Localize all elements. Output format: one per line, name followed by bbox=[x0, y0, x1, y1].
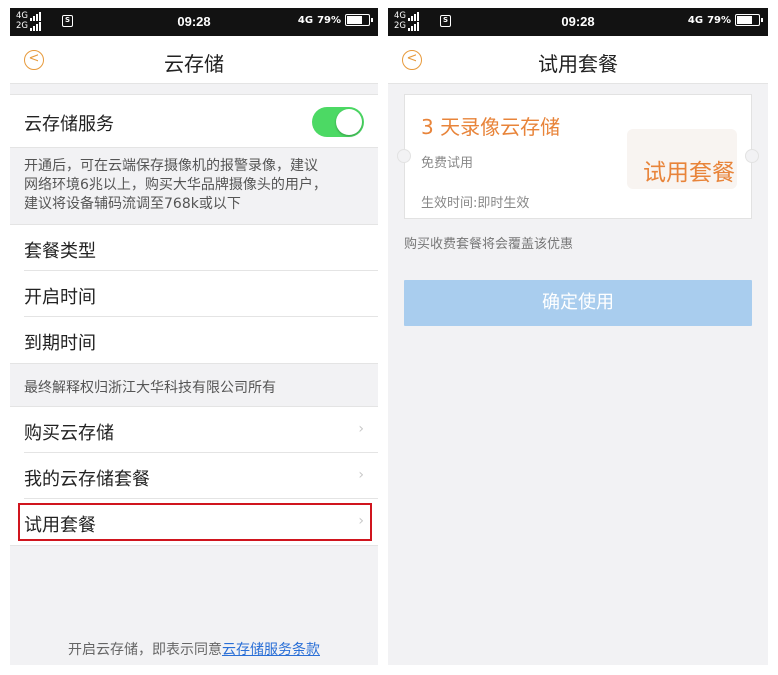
coupon-title: 3 天录像云存储 bbox=[421, 115, 561, 139]
switch-knob bbox=[336, 109, 362, 135]
coupon-effective-time: 生效时间:即时生效 bbox=[421, 196, 530, 211]
cloud-storage-screen: 4G 2G S 09:28 4G 79% < 云存储 云存储服务 开通后，可在云… bbox=[10, 8, 378, 665]
status-bar: 4G 2G S 09:28 4G 79% bbox=[10, 8, 378, 36]
trial-package-row[interactable]: 试用套餐 › bbox=[10, 499, 378, 545]
chevron-right-icon: › bbox=[358, 513, 364, 529]
info-list: 套餐类型 开启时间 到期时间 bbox=[10, 224, 378, 364]
battery-percent: 79% bbox=[317, 14, 341, 26]
battery-icon bbox=[345, 14, 373, 26]
terms-link[interactable]: 云存储服务条款 bbox=[222, 642, 320, 658]
nav-bar: < 试用套餐 bbox=[388, 36, 768, 84]
footer-text: 开启云存储，即表示同意 bbox=[68, 642, 222, 658]
battery-fill bbox=[737, 16, 752, 24]
chevron-right-icon: › bbox=[358, 421, 364, 437]
coupon-subtitle: 免费试用 bbox=[421, 156, 474, 171]
terms-footer: 开启云存储，即表示同意云存储服务条款 bbox=[10, 639, 378, 659]
ticket-notch bbox=[745, 149, 759, 163]
row-label: 我的云存储套餐 bbox=[24, 469, 150, 490]
coupon-stamp: 试用套餐 bbox=[643, 160, 735, 186]
package-type-row: 套餐类型 bbox=[10, 225, 378, 271]
cloud-service-toggle-row: 云存储服务 bbox=[10, 94, 378, 148]
override-note: 购买收费套餐将会覆盖该优惠 bbox=[404, 237, 574, 252]
rights-note: 最终解释权归浙江大华科技有限公司所有 bbox=[24, 380, 276, 396]
toggle-label: 云存储服务 bbox=[24, 114, 114, 135]
trial-package-screen: 4G 2G S 09:28 4G 79% < 试用套餐 3 天录像云存储 免费试… bbox=[388, 8, 768, 665]
start-time-row: 开启时间 bbox=[10, 271, 378, 317]
cloud-service-switch[interactable] bbox=[312, 107, 364, 137]
row-label: 试用套餐 bbox=[24, 515, 96, 536]
battery-fill bbox=[347, 16, 362, 24]
chevron-right-icon: › bbox=[358, 467, 364, 483]
page-title: 云存储 bbox=[164, 52, 224, 76]
row-label: 到期时间 bbox=[24, 333, 96, 354]
nav-bar: < 云存储 bbox=[10, 36, 378, 84]
network-label: 4G bbox=[687, 14, 704, 26]
menu-list: 购买云存储 › 我的云存储套餐 › 试用套餐 › bbox=[10, 406, 378, 546]
page-title: 试用套餐 bbox=[538, 52, 618, 76]
expire-time-row: 到期时间 bbox=[10, 317, 378, 363]
battery-percent: 79% bbox=[707, 14, 731, 26]
buy-cloud-storage-row[interactable]: 购买云存储 › bbox=[10, 407, 378, 453]
network-label: 4G bbox=[297, 14, 314, 26]
status-right: 4G 79% bbox=[297, 14, 373, 26]
row-label: 套餐类型 bbox=[24, 241, 96, 262]
description-line: 网络环境6兆以上，购买大华品牌摄像头的用户， bbox=[24, 177, 327, 193]
ticket-notch bbox=[397, 149, 411, 163]
service-description: 开通后，可在云端保存摄像机的报警录像，建议 网络环境6兆以上，购买大华品牌摄像头… bbox=[10, 148, 378, 224]
row-label: 购买云存储 bbox=[24, 423, 114, 444]
row-label: 开启时间 bbox=[24, 287, 96, 308]
my-packages-row[interactable]: 我的云存储套餐 › bbox=[10, 453, 378, 499]
description-line: 建议将设备辅码流调至768k或以下 bbox=[24, 196, 241, 212]
battery-icon bbox=[735, 14, 763, 26]
confirm-use-button[interactable]: 确定使用 bbox=[404, 280, 752, 326]
status-bar: 4G 2G S 09:28 4G 79% bbox=[388, 8, 768, 36]
description-line: 开通后，可在云端保存摄像机的报警录像，建议 bbox=[24, 158, 318, 174]
trial-coupon-card[interactable]: 3 天录像云存储 免费试用 生效时间:即时生效 试用套餐 bbox=[397, 94, 759, 219]
status-right: 4G 79% bbox=[687, 14, 763, 26]
